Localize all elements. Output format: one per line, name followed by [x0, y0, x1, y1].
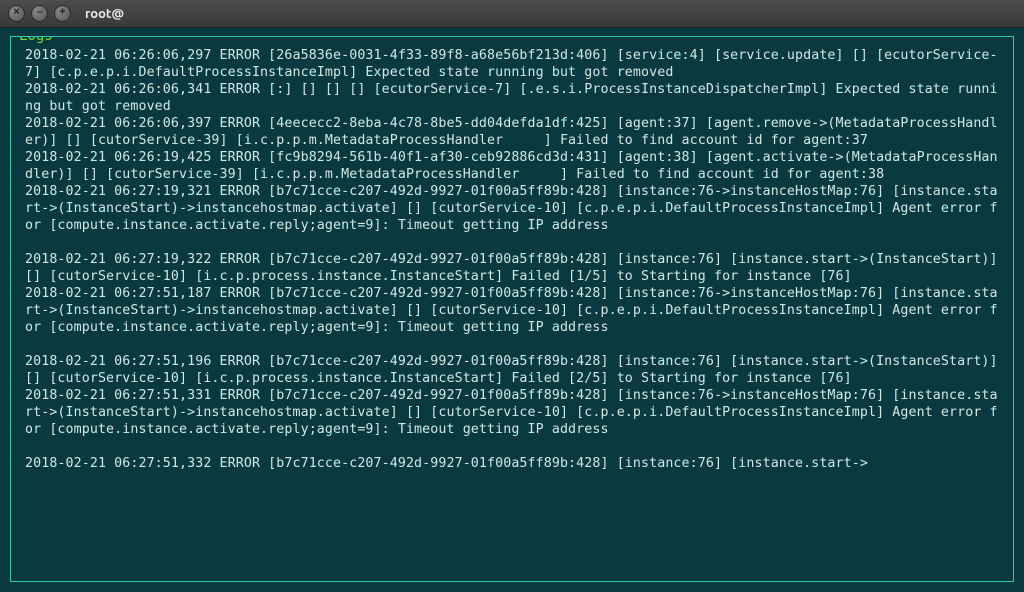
- terminal-window: × – + root@ Logs 2018-02-21 06:26:06,297…: [0, 0, 1024, 592]
- maximize-button[interactable]: +: [54, 5, 71, 22]
- close-icon: ×: [13, 7, 19, 18]
- titlebar: × – + root@: [0, 0, 1024, 28]
- window-title: root@: [85, 7, 124, 21]
- log-output[interactable]: 2018-02-21 06:26:06,297 ERROR [26a5836e-…: [25, 47, 1003, 472]
- close-button[interactable]: ×: [8, 5, 25, 22]
- maximize-icon: +: [59, 7, 65, 18]
- logs-panel-label: Logs: [17, 36, 55, 44]
- logs-panel: Logs 2018-02-21 06:26:06,297 ERROR [26a5…: [10, 36, 1014, 582]
- terminal-body[interactable]: Logs 2018-02-21 06:26:06,297 ERROR [26a5…: [0, 28, 1024, 592]
- minimize-icon: –: [36, 7, 42, 18]
- minimize-button[interactable]: –: [31, 5, 48, 22]
